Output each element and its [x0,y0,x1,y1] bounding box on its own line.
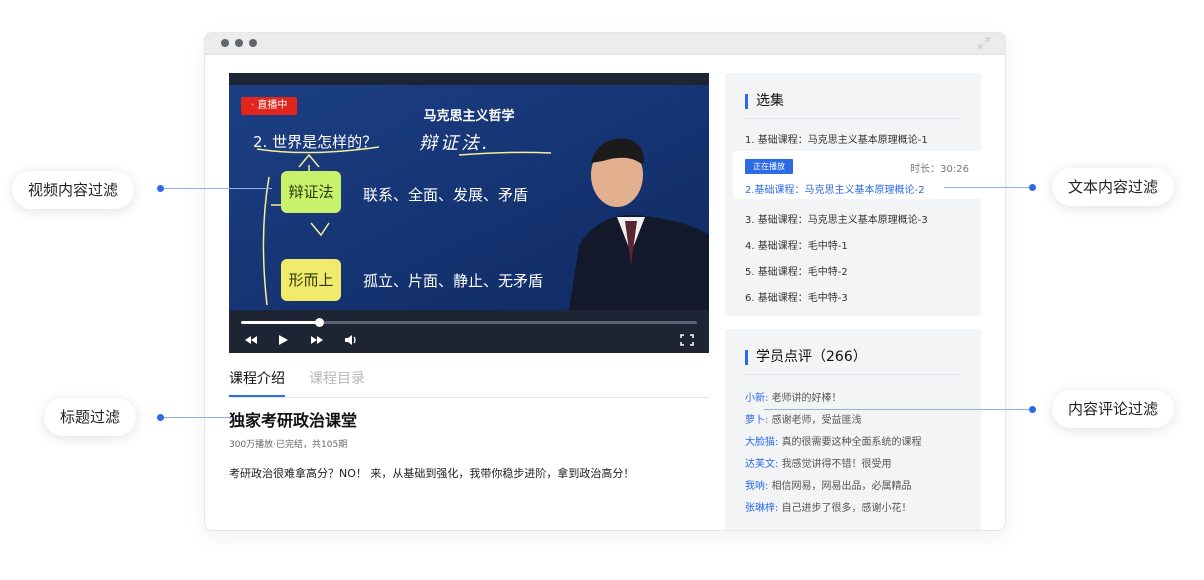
now-playing-badge: 正在播放 [745,159,793,174]
episode-item[interactable]: 4. 基础课程：毛中特-1 [745,237,848,252]
comment-author[interactable]: 达芙文: [745,459,778,470]
callout-dot [1029,184,1036,191]
concept-text-metaphysics: 孤立、片面、静止、无矛盾 [363,272,544,290]
comment-item: 萝卜: 感谢老师，受益匪浅 [745,411,862,426]
comment-item: 小新: 老师讲的好棒！ [745,389,842,404]
window-dot-icon [235,39,243,47]
callout-dot [1029,406,1036,413]
comment-text: 感谢老师，受益匪浅 [771,415,862,426]
course-title: 独家考研政治课堂 [229,411,358,430]
callout-title-filter: 标题过滤 [44,398,137,436]
window-dot-icon [221,39,229,47]
slide-title: 马克思主义哲学 [423,109,515,124]
callout-dot [157,414,164,421]
comment-author[interactable]: 萝卜: [745,415,768,426]
comment-text: 我感觉讲得不错！很受用 [781,459,892,470]
episode-item-current[interactable]: 正在播放 时长：30:26 2.基础课程：马克思主义基本原理概论-2 [733,151,981,199]
divider [745,374,961,375]
slide-question: 2. 世界是怎样的？ [253,133,378,151]
episode-item[interactable]: 1. 基础课程：马克思主义基本原理概论-1 [745,131,928,146]
comment-text: 真的很需要这种全面系统的课程 [781,437,922,448]
callout-line-title [160,417,232,418]
course-tabs: 课程介绍 课程目录 [229,369,709,398]
episodes-panel: 选集 1. 基础课程：马克思主义基本原理概论-1 正在播放 时长：30:26 2… [725,73,981,316]
course-meta: 300万播放·已完结，共105期 [229,440,348,450]
divider [745,118,961,119]
progress-bar[interactable] [241,318,697,327]
expand-icon[interactable] [977,36,991,50]
callout-text-filter: 文本内容过滤 [1052,168,1175,206]
comment-author[interactable]: 大脸猫: [745,437,778,448]
video-player[interactable]: · 直播中 马克思主义哲学 2. 世界是怎样的？ 辩证法. 辩证法 联系、全面、… [229,73,709,353]
episode-duration: 时长：30:26 [910,164,969,175]
comment-text: 老师讲的好棒！ [771,393,842,404]
course-description: 考研政治很难拿高分？NO！ 来，从基础到强化，我带你稳步进阶，拿到政治高分！ [229,467,635,480]
rewind-icon[interactable] [243,333,259,347]
comments-heading: 学员点评（266） [745,350,867,365]
concept-box-dialectics: 辩证法 [281,171,341,213]
comment-text: 相信网易，网易出品，必属精品 [771,481,912,492]
slide-handwriting: 辩证法. [419,133,491,154]
concept-box-metaphysics: 形而上 [281,259,341,301]
comment-author[interactable]: 我呐: [745,481,768,492]
episodes-heading: 选集 [745,94,784,109]
callout-dot [157,185,164,192]
fullscreen-icon[interactable] [679,333,695,347]
comment-text: 自己进步了很多，感谢小花！ [781,503,912,514]
callout-comment-filter: 内容评论过滤 [1052,390,1175,428]
lecturer-image [569,138,709,310]
comments-panel: 学员点评（266） 小新: 老师讲的好棒！ 萝卜: 感谢老师，受益匪浅 大脸猫:… [725,329,981,530]
progress-handle[interactable] [314,318,324,327]
comment-item: 达芙文: 我感觉讲得不错！很受用 [745,455,892,470]
window-dot-icon [249,39,257,47]
callout-line-comment [764,409,1032,410]
callout-video-filter: 视频内容过滤 [12,171,135,209]
episode-item[interactable]: 6. 基础课程：毛中特-3 [745,289,848,304]
browser-window: · 直播中 马克思主义哲学 2. 世界是怎样的？ 辩证法. 辩证法 联系、全面、… [204,32,1006,531]
tab-course-catalog[interactable]: 课程目录 [309,369,365,389]
comment-author[interactable]: 张琳梓: [745,503,778,514]
video-frame[interactable]: · 直播中 马克思主义哲学 2. 世界是怎样的？ 辩证法. 辩证法 联系、全面、… [229,85,709,310]
volume-icon[interactable] [343,333,359,347]
comment-item: 我呐: 相信网易，网易出品，必属精品 [745,477,912,492]
callout-line-text [944,187,1032,188]
episode-item[interactable]: 5. 基础课程：毛中特-2 [745,263,848,278]
tab-course-intro[interactable]: 课程介绍 [229,369,285,397]
callout-line-video [160,188,272,189]
comment-author[interactable]: 小新: [745,393,768,404]
comment-item: 张琳梓: 自己进步了很多，感谢小花！ [745,499,912,514]
fast-forward-icon[interactable] [309,333,325,347]
comment-item: 大脸猫: 真的很需要这种全面系统的课程 [745,433,922,448]
play-icon[interactable] [275,333,291,347]
concept-text-dialectics: 联系、全面、发展、矛盾 [363,186,529,204]
episode-item[interactable]: 3. 基础课程：马克思主义基本原理概论-3 [745,211,928,226]
episode-current-label: 2.基础课程：马克思主义基本原理概论-2 [745,185,925,196]
title-bar [205,33,1005,55]
progress-fill [241,321,319,324]
